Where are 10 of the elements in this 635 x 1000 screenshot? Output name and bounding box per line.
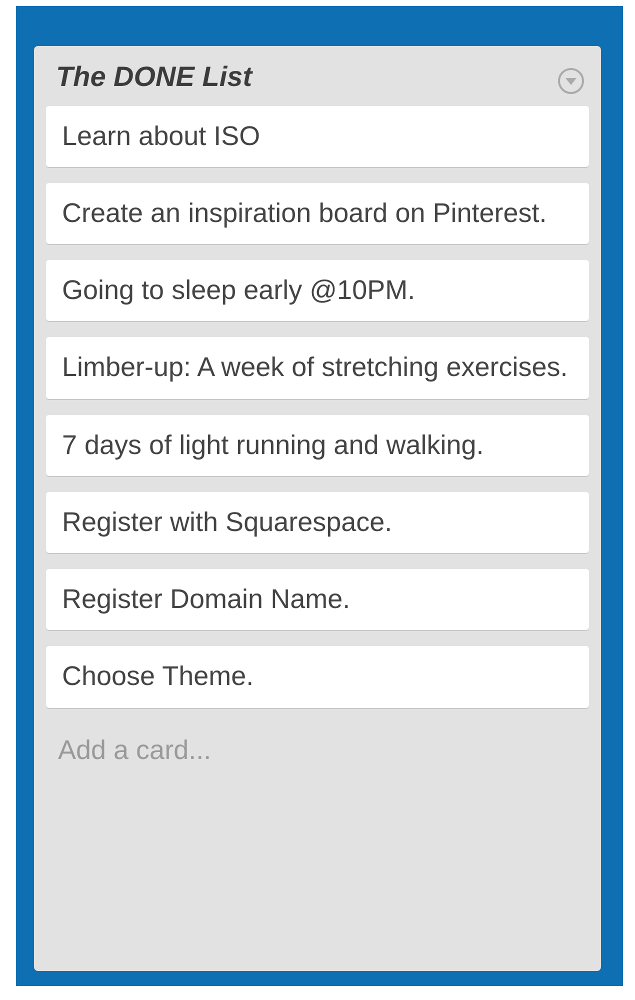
- list-card[interactable]: Learn about ISO: [46, 106, 589, 167]
- dropdown-icon[interactable]: [557, 66, 585, 95]
- list-card[interactable]: Limber-up: A week of stretching exercises.: [46, 337, 589, 399]
- list-card[interactable]: Going to sleep early @10PM.: [46, 260, 589, 322]
- list-card[interactable]: 7 days of light running and walking.: [46, 414, 589, 476]
- list-card[interactable]: Choose Theme.: [46, 646, 589, 708]
- list-card[interactable]: Create an inspiration board on Pinterest.: [46, 182, 589, 244]
- list-card[interactable]: Register with Squarespace.: [46, 492, 589, 554]
- list-card[interactable]: Register Domain Name.: [46, 569, 589, 630]
- list-title: The DONE List: [55, 60, 254, 94]
